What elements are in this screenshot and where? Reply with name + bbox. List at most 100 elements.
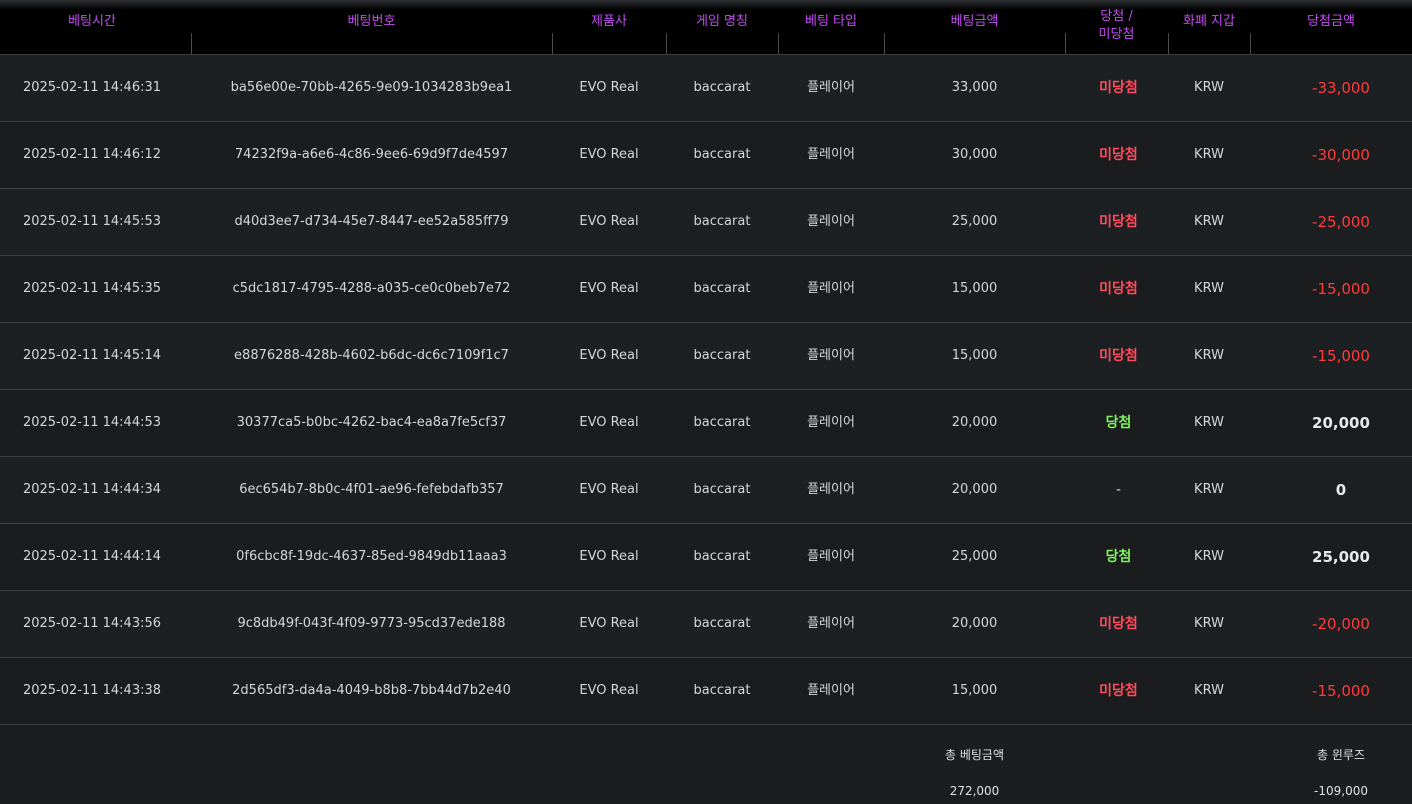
table-row: 2025-02-11 14:45:35 c5dc1817-4795-4288-a0… — [0, 256, 1412, 323]
header-divider — [552, 33, 553, 54]
bet-time-cell: 2025-02-11 14:45:35 — [22, 281, 162, 296]
bet-id-cell: ba56e00e-70bb-4265-9e09-1034283b9ea1 — [230, 80, 513, 95]
result-status-cell: 미당첨 — [1099, 348, 1138, 364]
summary-footer: 총 베팅금액 272,000 총 윈루즈 -109,000 — [0, 725, 1412, 804]
currency-wallet-cell: KRW — [1194, 80, 1224, 95]
total-winloss-value: -109,000 — [1314, 784, 1368, 798]
table-row: 2025-02-11 14:44:34 6ec654b7-8b0c-4f01-ae… — [0, 457, 1412, 524]
bet-type-cell: 플레이어 — [807, 415, 855, 430]
result-status-cell: 미당첨 — [1099, 147, 1138, 163]
win-amount-cell: -15,000 — [1312, 280, 1370, 298]
header-wallet: 화폐 지갑 — [1183, 14, 1235, 29]
table-row: 2025-02-11 14:43:38 2d565df3-da4a-4049-b8… — [0, 658, 1412, 725]
currency-wallet-cell: KRW — [1194, 683, 1224, 698]
header-divider — [1168, 33, 1169, 54]
header-result: 당첨 / 미당첨 — [1098, 9, 1135, 42]
currency-wallet-cell: KRW — [1194, 214, 1224, 229]
currency-wallet-cell: KRW — [1194, 482, 1224, 497]
result-status-cell: 미당첨 — [1099, 214, 1138, 230]
provider-cell: EVO Real — [579, 348, 639, 363]
header-divider — [1250, 33, 1251, 54]
bet-type-cell: 플레이어 — [807, 549, 855, 564]
table-header: 베팅시간 베팅번호 제품사 게임 명칭 베팅 타입 베팅금액 당첨 / 미당첨 … — [0, 9, 1412, 55]
win-amount-cell: -30,000 — [1312, 146, 1370, 164]
header-divider — [191, 33, 192, 54]
bet-amount-cell: 20,000 — [951, 616, 998, 631]
bet-time-cell: 2025-02-11 14:46:31 — [22, 80, 162, 95]
provider-cell: EVO Real — [579, 482, 639, 497]
game-name-cell: baccarat — [693, 683, 751, 698]
provider-cell: EVO Real — [579, 415, 639, 430]
provider-cell: EVO Real — [579, 281, 639, 296]
bet-time-cell: 2025-02-11 14:43:38 — [22, 683, 162, 698]
bet-amount-cell: 25,000 — [951, 549, 998, 564]
header-bet-id: 베팅번호 — [347, 14, 396, 29]
game-name-cell: baccarat — [693, 348, 751, 363]
table-row: 2025-02-11 14:44:53 30377ca5-b0bc-4262-ba… — [0, 390, 1412, 457]
game-name-cell: baccarat — [693, 80, 751, 95]
provider-cell: EVO Real — [579, 214, 639, 229]
bet-time-cell: 2025-02-11 14:46:12 — [22, 147, 162, 162]
game-name-cell: baccarat — [693, 616, 751, 631]
bet-id-cell: 2d565df3-da4a-4049-b8b8-7bb44d7b2e40 — [232, 683, 511, 698]
header-time: 베팅시간 — [68, 14, 116, 29]
bet-time-cell: 2025-02-11 14:44:34 — [22, 482, 162, 497]
table-row: 2025-02-11 14:46:31 ba56e00e-70bb-4265-9e… — [0, 55, 1412, 122]
header-divider — [884, 33, 885, 54]
bet-id-cell: 0f6cbc8f-19dc-4637-85ed-9849db11aaa3 — [236, 549, 507, 564]
bet-time-cell: 2025-02-11 14:44:14 — [22, 549, 162, 564]
header-divider — [666, 33, 667, 54]
bet-amount-cell: 33,000 — [951, 80, 998, 95]
bet-id-cell: 9c8db49f-043f-4f09-9773-95cd37ede188 — [237, 616, 506, 631]
bet-time-cell: 2025-02-11 14:45:14 — [22, 348, 162, 363]
bet-type-cell: 플레이어 — [807, 147, 855, 162]
top-shade — [0, 0, 1412, 10]
bet-amount-cell: 20,000 — [951, 415, 998, 430]
result-status-cell: 미당첨 — [1099, 80, 1138, 96]
bet-type-cell: 플레이어 — [807, 214, 855, 229]
win-amount-cell: -25,000 — [1312, 213, 1370, 231]
win-amount-cell: 0 — [1335, 481, 1347, 499]
currency-wallet-cell: KRW — [1194, 549, 1224, 564]
table-row: 2025-02-11 14:44:14 0f6cbc8f-19dc-4637-85… — [0, 524, 1412, 591]
bet-amount-cell: 15,000 — [951, 683, 998, 698]
table-row: 2025-02-11 14:45:14 e8876288-428b-4602-b6… — [0, 323, 1412, 390]
win-amount-cell: 25,000 — [1312, 548, 1370, 566]
provider-cell: EVO Real — [579, 683, 639, 698]
win-amount-cell: 20,000 — [1312, 414, 1370, 432]
currency-wallet-cell: KRW — [1194, 348, 1224, 363]
bet-type-cell: 플레이어 — [807, 616, 855, 631]
bet-type-cell: 플레이어 — [807, 348, 855, 363]
result-status-cell: - — [1115, 482, 1122, 498]
bet-id-cell: d40d3ee7-d734-45e7-8447-ee52a585ff79 — [234, 214, 509, 229]
result-status-cell: 당첨 — [1105, 415, 1132, 431]
header-win-amount: 당첨금액 — [1307, 14, 1355, 29]
game-name-cell: baccarat — [693, 147, 751, 162]
result-status-cell: 미당첨 — [1099, 683, 1138, 699]
bet-amount-cell: 15,000 — [951, 281, 998, 296]
result-status-cell: 당첨 — [1105, 549, 1132, 565]
bet-id-cell: 74232f9a-a6e6-4c86-9ee6-69d9f7de4597 — [234, 147, 509, 162]
header-divider — [1065, 33, 1066, 54]
win-amount-cell: -15,000 — [1312, 682, 1370, 700]
currency-wallet-cell: KRW — [1194, 281, 1224, 296]
result-status-cell: 미당첨 — [1099, 616, 1138, 632]
provider-cell: EVO Real — [579, 147, 639, 162]
table-row: 2025-02-11 14:45:53 d40d3ee7-d734-45e7-84… — [0, 189, 1412, 256]
bet-id-cell: e8876288-428b-4602-b6dc-dc6c7109f1c7 — [234, 348, 509, 363]
bet-time-cell: 2025-02-11 14:43:56 — [22, 616, 162, 631]
provider-cell: EVO Real — [579, 616, 639, 631]
bet-amount-cell: 30,000 — [951, 147, 998, 162]
total-winloss-label: 총 윈루즈 — [1317, 748, 1365, 762]
header-provider: 제품사 — [591, 14, 627, 29]
game-name-cell: baccarat — [693, 214, 751, 229]
bet-id-cell: 30377ca5-b0bc-4262-bac4-ea8a7fe5cf37 — [236, 415, 507, 430]
header-game: 게임 명칭 — [696, 14, 748, 29]
bet-type-cell: 플레이어 — [807, 281, 855, 296]
header-bet-type: 베팅 타입 — [805, 14, 857, 29]
win-amount-cell: -20,000 — [1312, 615, 1370, 633]
bet-id-cell: 6ec654b7-8b0c-4f01-ae96-fefebdafb357 — [239, 482, 504, 497]
bet-id-cell: c5dc1817-4795-4288-a035-ce0c0beb7e72 — [232, 281, 511, 296]
bet-amount-cell: 25,000 — [951, 214, 998, 229]
bet-amount-cell: 15,000 — [951, 348, 998, 363]
